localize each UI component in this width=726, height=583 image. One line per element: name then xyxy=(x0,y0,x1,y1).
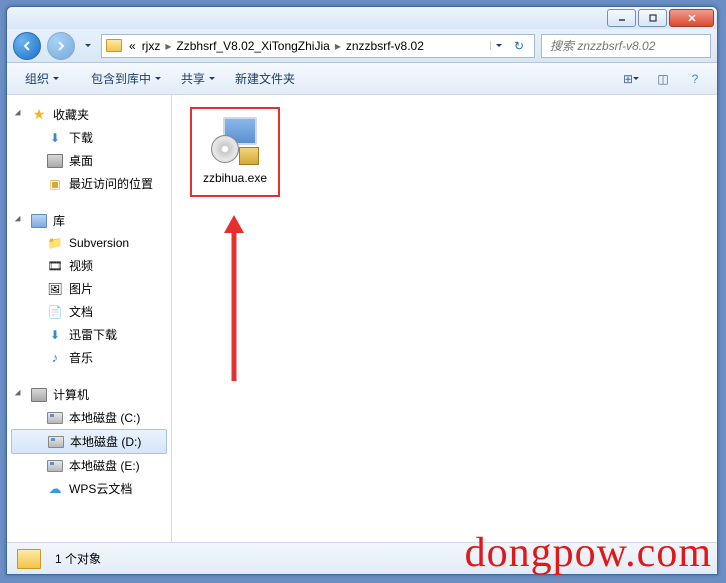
picture-icon: 🖼 xyxy=(47,281,63,297)
file-list-pane[interactable]: zzbihua.exe xyxy=(172,95,717,542)
search-box[interactable] xyxy=(541,34,711,58)
body: ★收藏夹 ⬇下载 桌面 ▣最近访问的位置 库 📁Subversion 🎞视频 🖼… xyxy=(7,95,717,542)
recent-icon: ▣ xyxy=(47,176,63,192)
explorer-window: « rjxz ▸ Zzbhsrf_V8.02_XiTongZhiJia ▸ zn… xyxy=(6,6,718,575)
history-dropdown[interactable] xyxy=(81,36,95,56)
sidebar-item-recent[interactable]: ▣最近访问的位置 xyxy=(7,172,171,195)
close-button[interactable] xyxy=(669,9,714,27)
share-menu[interactable]: 共享 xyxy=(173,66,223,91)
sidebar-computer[interactable]: 计算机 xyxy=(7,383,171,406)
toolbar: 组织 包含到库中 共享 新建文件夹 ⊞ ◫ ? xyxy=(7,63,717,95)
status-bar: 1 个对象 xyxy=(7,542,717,574)
folder-icon xyxy=(17,549,41,569)
sidebar-item-music[interactable]: ♪音乐 xyxy=(7,346,171,369)
sidebar-item-pictures[interactable]: 🖼图片 xyxy=(7,277,171,300)
include-in-library-menu[interactable]: 包含到库中 xyxy=(83,66,169,91)
chevron-right-icon: ▸ xyxy=(163,39,173,53)
breadcrumb-item[interactable]: znzzbsrf-v8.02 xyxy=(343,39,427,53)
video-icon: 🎞 xyxy=(47,258,63,274)
navigation-bar: « rjxz ▸ Zzbhsrf_V8.02_XiTongZhiJia ▸ zn… xyxy=(7,29,717,63)
drive-icon xyxy=(47,458,63,474)
sidebar-item-drive-d[interactable]: 本地磁盘 (D:) xyxy=(11,429,167,454)
annotation-arrow xyxy=(227,215,241,385)
minimize-button[interactable] xyxy=(607,9,636,27)
back-button[interactable] xyxy=(13,32,41,60)
drive-icon xyxy=(48,434,64,450)
cloud-icon: ☁ xyxy=(47,481,63,497)
forward-button[interactable] xyxy=(47,32,75,60)
sidebar-item-subversion[interactable]: 📁Subversion xyxy=(7,232,171,254)
caret-down-icon xyxy=(85,44,91,50)
computer-icon xyxy=(31,387,47,403)
sidebar-item-downloads[interactable]: ⬇下载 xyxy=(7,126,171,149)
chevron-right-icon: ▸ xyxy=(333,39,343,53)
caret-down-icon xyxy=(633,77,639,83)
desktop-icon xyxy=(47,153,63,169)
file-name-label: zzbihua.exe xyxy=(203,171,267,187)
sidebar-item-drive-c[interactable]: 本地磁盘 (C:) xyxy=(7,406,171,429)
sidebar-item-wps-cloud[interactable]: ☁WPS云文档 xyxy=(7,477,171,500)
drive-icon xyxy=(47,410,63,426)
search-input[interactable] xyxy=(550,39,707,53)
sidebar-item-xunlei[interactable]: ⬇迅雷下载 xyxy=(7,323,171,346)
sidebar-item-desktop[interactable]: 桌面 xyxy=(7,149,171,172)
library-icon xyxy=(31,213,47,229)
sidebar-favorites[interactable]: ★收藏夹 xyxy=(7,103,171,126)
address-bar[interactable]: « rjxz ▸ Zzbhsrf_V8.02_XiTongZhiJia ▸ zn… xyxy=(101,34,535,58)
help-button[interactable]: ? xyxy=(683,69,707,89)
status-text: 1 个对象 xyxy=(55,550,101,567)
breadcrumb-item[interactable]: Zzbhsrf_V8.02_XiTongZhiJia xyxy=(173,39,332,53)
caret-down-icon xyxy=(53,77,59,83)
caret-down-icon xyxy=(209,77,215,83)
refresh-button[interactable]: ↻ xyxy=(508,39,530,53)
sidebar-item-videos[interactable]: 🎞视频 xyxy=(7,254,171,277)
new-folder-button[interactable]: 新建文件夹 xyxy=(227,66,303,91)
organize-menu[interactable]: 组织 xyxy=(17,66,67,91)
preview-pane-button[interactable]: ◫ xyxy=(651,69,675,89)
sidebar-item-drive-e[interactable]: 本地磁盘 (E:) xyxy=(7,454,171,477)
maximize-button[interactable] xyxy=(638,9,667,27)
download-icon: ⬇ xyxy=(47,327,63,343)
caret-down-icon xyxy=(155,77,161,83)
download-icon: ⬇ xyxy=(47,130,63,146)
sidebar-libraries[interactable]: 库 xyxy=(7,209,171,232)
sidebar-item-documents[interactable]: 📄文档 xyxy=(7,300,171,323)
star-icon: ★ xyxy=(31,107,47,123)
caret-down-icon xyxy=(496,44,502,50)
address-dropdown[interactable] xyxy=(490,41,506,50)
breadcrumb-item[interactable]: rjxz xyxy=(139,39,164,53)
installer-icon xyxy=(211,117,259,165)
document-icon: 📄 xyxy=(47,304,63,320)
music-icon: ♪ xyxy=(47,350,63,366)
folder-icon: 📁 xyxy=(47,235,63,251)
breadcrumb: « rjxz ▸ Zzbhsrf_V8.02_XiTongZhiJia ▸ zn… xyxy=(126,39,427,53)
view-options-button[interactable]: ⊞ xyxy=(619,69,643,89)
navigation-pane: ★收藏夹 ⬇下载 桌面 ▣最近访问的位置 库 📁Subversion 🎞视频 🖼… xyxy=(7,95,172,542)
breadcrumb-prefix[interactable]: « xyxy=(126,39,139,53)
titlebar xyxy=(7,7,717,29)
folder-icon xyxy=(106,39,122,52)
file-item[interactable]: zzbihua.exe xyxy=(190,107,280,197)
